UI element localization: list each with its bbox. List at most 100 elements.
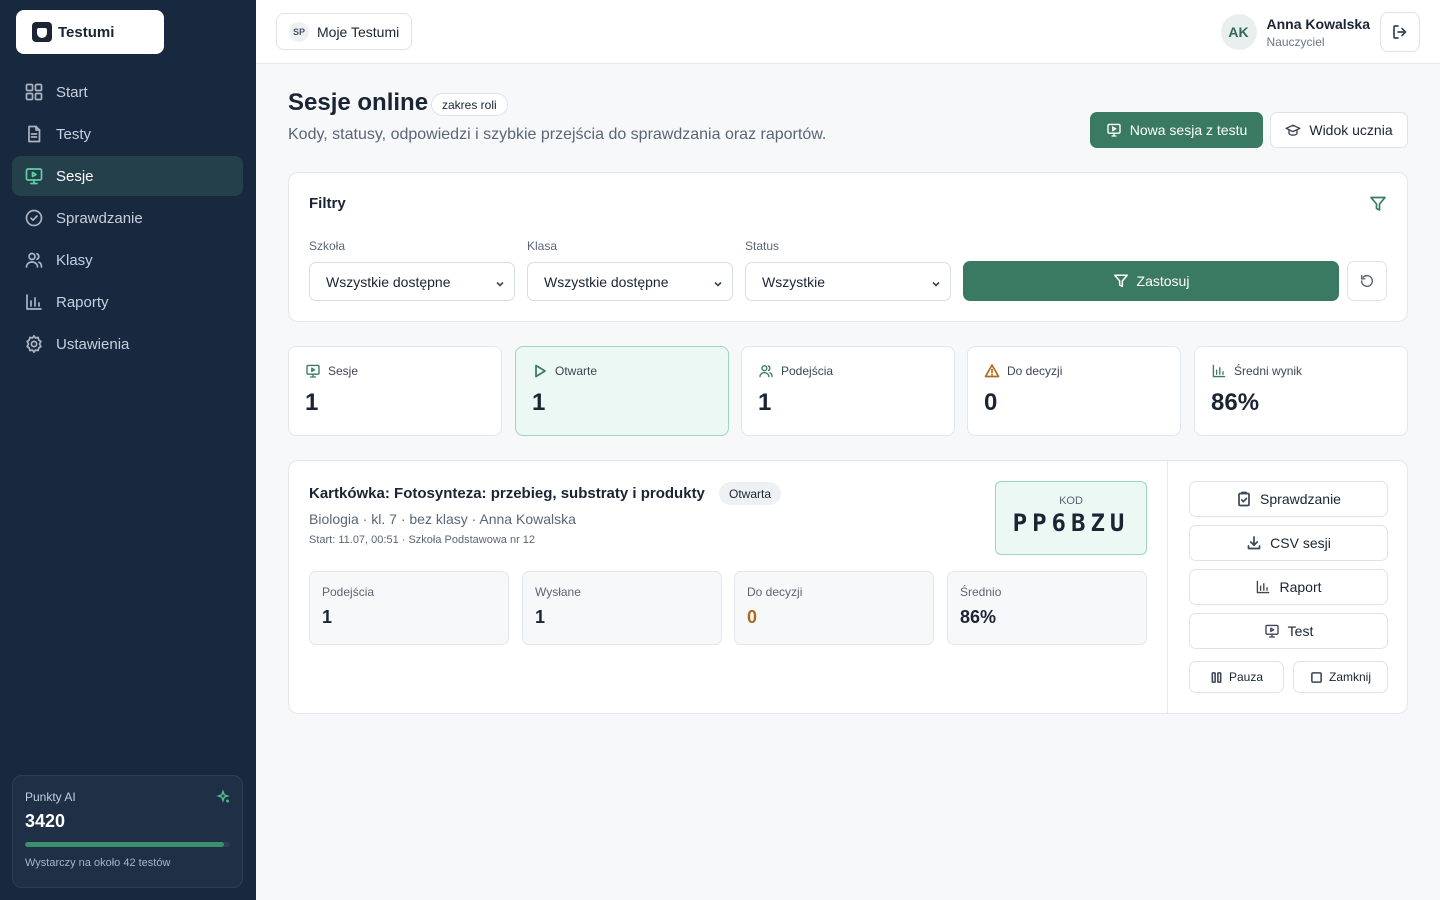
stat-card-pending: Do decyzji 0 bbox=[967, 346, 1181, 436]
ai-points-note: Wystarczy na około 42 testów bbox=[25, 857, 171, 869]
scope-badge: zakres roli bbox=[431, 93, 508, 116]
class-filter-label: Klasa bbox=[527, 239, 558, 253]
metric-value: 1 bbox=[535, 607, 546, 627]
gear-icon bbox=[26, 334, 42, 354]
ai-points-progress bbox=[25, 842, 230, 847]
close-session-label: Zamknij bbox=[1328, 670, 1371, 684]
logout-icon bbox=[1393, 25, 1407, 39]
sidebar-item-label: Klasy bbox=[56, 251, 93, 269]
session-code-label: KOD bbox=[1059, 495, 1083, 507]
warning-icon bbox=[984, 364, 1000, 378]
monitor-icon bbox=[1107, 123, 1121, 137]
metric-label: Wysłane bbox=[535, 585, 581, 599]
sidebar-item-ustawienia[interactable]: Ustawienia bbox=[12, 324, 243, 364]
user-menu[interactable]: AK Anna Kowalska Nauczyciel bbox=[1220, 13, 1370, 51]
stat-label: Podejścia bbox=[781, 364, 834, 378]
stat-card-average: Średni wynik 86% bbox=[1194, 346, 1408, 436]
class-select[interactable]: Wszystkie dostępne bbox=[527, 262, 733, 301]
status-filter-label: Status bbox=[745, 239, 780, 253]
report-label: Raport bbox=[1279, 579, 1322, 595]
review-button[interactable]: Sprawdzanie bbox=[1189, 481, 1388, 517]
metric-average: Średnio 86% bbox=[947, 571, 1147, 645]
user-role: Nauczyciel bbox=[1266, 34, 1325, 49]
sidebar-item-sesje[interactable]: Sesje bbox=[12, 156, 243, 196]
new-session-button[interactable]: Nowa sesja z testu bbox=[1090, 112, 1263, 148]
ai-points-label: Punkty AI bbox=[25, 790, 76, 804]
filters-panel: Filtry Szkoła Wszystkie dostępne Klasa W… bbox=[288, 172, 1408, 322]
ai-points-value: 3420 bbox=[25, 811, 66, 831]
sidebar-item-label: Start bbox=[56, 83, 88, 101]
report-button[interactable]: Raport bbox=[1189, 569, 1388, 605]
pause-label: Pauza bbox=[1228, 670, 1264, 684]
metric-label: Podejścia bbox=[322, 585, 375, 599]
csv-export-label: CSV sesji bbox=[1270, 535, 1331, 551]
stat-value: 1 bbox=[532, 389, 546, 416]
user-name: Anna Kowalska bbox=[1266, 15, 1370, 32]
session-meta: Biologia · kl. 7 · bez klasy · Anna Kowa… bbox=[309, 511, 576, 527]
metric-label: Średnio bbox=[960, 585, 1002, 599]
metric-submitted: Wysłane 1 bbox=[522, 571, 722, 645]
sidebar-item-raporty[interactable]: Raporty bbox=[12, 282, 243, 322]
ai-points-progress-fill bbox=[25, 842, 224, 847]
download-icon bbox=[1247, 536, 1261, 550]
page-title: Sesje online bbox=[288, 89, 429, 116]
test-label: Test bbox=[1287, 623, 1314, 639]
bar-chart-icon bbox=[26, 294, 42, 310]
sidebar-item-start[interactable]: Start bbox=[12, 72, 243, 112]
sidebar-item-label: Sprawdzanie bbox=[56, 209, 143, 227]
pause-button[interactable]: Pauza bbox=[1189, 661, 1284, 693]
school-select[interactable]: Wszystkie dostępne bbox=[309, 262, 515, 301]
reset-filters-button[interactable] bbox=[1347, 261, 1387, 301]
test-button[interactable]: Test bbox=[1189, 613, 1388, 649]
metric-attempts: Podejścia 1 bbox=[309, 571, 509, 645]
clipboard-check-icon bbox=[1238, 491, 1250, 507]
sidebar-item-label: Sesje bbox=[56, 167, 94, 185]
workspace-badge: SP bbox=[289, 21, 309, 42]
stat-card-attempts: Podejścia 1 bbox=[741, 346, 955, 436]
csv-export-button[interactable]: CSV sesji bbox=[1189, 525, 1388, 561]
sidebar-item-sprawdzanie[interactable]: Sprawdzanie bbox=[12, 198, 243, 238]
workspace-label: Moje Testumi bbox=[317, 23, 400, 40]
metric-value: 0 bbox=[747, 607, 758, 627]
stat-value: 1 bbox=[758, 389, 772, 416]
graduation-cap-icon bbox=[1285, 124, 1301, 136]
metric-value: 1 bbox=[322, 607, 333, 627]
stat-value: 1 bbox=[305, 389, 319, 416]
app-logo[interactable]: Testumi bbox=[16, 10, 164, 54]
session-title[interactable]: Kartkówka: Fotosynteza: przebieg, substr… bbox=[309, 485, 705, 502]
sidebar-item-klasy[interactable]: Klasy bbox=[12, 240, 243, 280]
stat-label: Do decyzji bbox=[1007, 364, 1063, 378]
status-select-value: Wszystkie bbox=[762, 273, 825, 290]
apply-filters-button[interactable]: Zastosuj bbox=[963, 261, 1339, 301]
document-icon bbox=[28, 125, 41, 143]
logout-button[interactable] bbox=[1380, 12, 1420, 52]
student-view-button[interactable]: Widok ucznia bbox=[1270, 112, 1408, 148]
sidebar-item-label: Raporty bbox=[56, 293, 109, 311]
play-icon bbox=[535, 364, 546, 378]
chevron-down-icon bbox=[712, 277, 724, 293]
workspace-button[interactable]: SP Moje Testumi bbox=[276, 13, 413, 50]
close-session-button[interactable]: Zamknij bbox=[1293, 661, 1388, 693]
session-start: Start: 11.07, 00:51 · Szkoła Podstawowa … bbox=[309, 534, 536, 546]
class-select-value: Wszystkie dostępne bbox=[544, 273, 669, 290]
bar-chart-icon bbox=[1257, 580, 1270, 594]
grid-icon bbox=[25, 83, 43, 101]
page-subtitle: Kody, statusy, odpowiedzi i szybkie prze… bbox=[288, 126, 827, 143]
sidebar-nav: Start Testy Sesje Sprawdzanie Klasy Rapo… bbox=[12, 72, 243, 366]
session-code-box[interactable]: KOD PP6BZU bbox=[995, 481, 1147, 555]
sparkles-icon bbox=[216, 790, 230, 803]
sidebar-item-label: Ustawienia bbox=[56, 335, 130, 353]
chevron-down-icon bbox=[494, 277, 506, 293]
sidebar-item-testy[interactable]: Testy bbox=[12, 114, 243, 154]
filter-icon[interactable] bbox=[1369, 195, 1387, 218]
stat-card-open: Otwarte 1 bbox=[515, 346, 729, 436]
stat-value: 0 bbox=[984, 389, 998, 416]
reset-icon bbox=[1360, 274, 1374, 287]
topbar: SP Moje Testumi AK Anna Kowalska Nauczyc… bbox=[256, 0, 1440, 64]
stat-card-sessions: Sesje 1 bbox=[288, 346, 502, 436]
users-icon bbox=[25, 252, 43, 268]
avatar: AK bbox=[1220, 14, 1257, 50]
pause-icon bbox=[1211, 671, 1222, 683]
status-select[interactable]: Wszystkie bbox=[745, 262, 951, 301]
metric-value: 86% bbox=[960, 607, 997, 627]
